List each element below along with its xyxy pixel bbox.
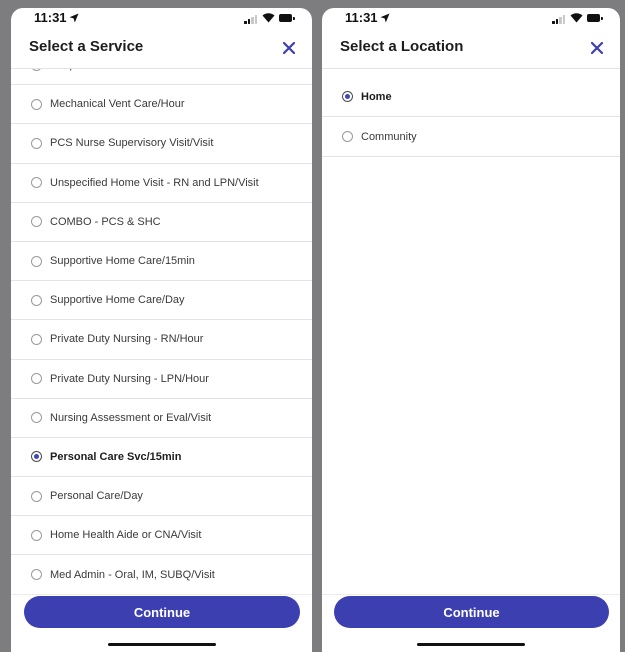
location-option-label: Home [361, 90, 392, 103]
close-icon [591, 42, 603, 54]
signal-bar [247, 19, 250, 24]
page-title: Select a Location [340, 38, 464, 55]
status-icons [244, 13, 295, 24]
modal-header: Select a Location [322, 30, 620, 69]
battery-icon [279, 14, 295, 22]
service-option[interactable]: Private Duty Nursing - LPN/Hour [11, 360, 312, 399]
signal-bar [254, 15, 257, 24]
footer: Continue [322, 594, 620, 652]
service-option[interactable]: Private Duty Nursing - RN/Hour [11, 320, 312, 360]
service-option[interactable]: Unspecified Home Visit - RN and LPN/Visi… [11, 164, 312, 203]
radio-icon[interactable] [31, 255, 42, 267]
modal-header: Select a Service [11, 30, 312, 69]
signal-icon [552, 21, 555, 24]
footer-divider [322, 594, 620, 595]
service-option[interactable]: Med Admin - Oral, IM, SUBQ/Visit [11, 555, 312, 594]
radio-icon[interactable] [342, 131, 353, 142]
service-option[interactable]: COMBO - PCS & SHC [11, 203, 312, 242]
radio-icon[interactable] [31, 177, 42, 189]
radio-icon[interactable] [31, 216, 42, 228]
service-list[interactable]: Unspecified Home Visit - LPN/Visit Mechan… [11, 68, 312, 594]
status-bar: 11:31 [322, 8, 620, 30]
status-bar: 11:31 [11, 8, 312, 30]
radio-icon[interactable] [31, 333, 42, 345]
close-icon [283, 42, 295, 54]
footer: Continue [11, 594, 312, 652]
radio-selected-icon[interactable] [31, 451, 42, 463]
service-screen: 11:31 Select a Service Unspecified Home … [11, 8, 312, 652]
radio-icon[interactable] [31, 490, 42, 502]
service-option-label: Private Duty Nursing - LPN/Hour [50, 372, 209, 385]
signal-bar [251, 17, 254, 24]
location-arrow-icon [69, 13, 79, 23]
close-button[interactable] [278, 37, 300, 59]
location-screen: 11:31 Select a Location Home Community Co… [322, 8, 620, 652]
signal-icon [244, 21, 247, 24]
service-option[interactable]: Home Health Aide or CNA/Visit [11, 516, 312, 556]
service-option-label: Unspecified Home Visit - RN and LPN/Visi… [50, 176, 259, 189]
signal-bar [555, 19, 558, 24]
service-option-label: Supportive Home Care/15min [50, 255, 195, 268]
service-option-label: Personal Care Svc/15min [50, 450, 182, 463]
service-option-label: Private Duty Nursing - RN/Hour [50, 333, 204, 346]
wifi-icon [570, 13, 583, 23]
continue-button[interactable]: Continue [334, 596, 609, 628]
home-indicator[interactable] [107, 643, 216, 646]
location-arrow-icon [380, 13, 390, 23]
service-option-label: Home Health Aide or CNA/Visit [50, 529, 202, 542]
battery-icon [587, 14, 603, 22]
status-time: 11:31 [345, 10, 390, 25]
location-option-label: Community [361, 130, 417, 143]
service-option[interactable]: Mechanical Vent Care/Hour [11, 85, 312, 125]
continue-button[interactable]: Continue [24, 596, 300, 628]
service-option-label: PCS Nurse Supervisory Visit/Visit [50, 137, 214, 150]
page-title: Select a Service [29, 38, 144, 55]
service-option-label: Supportive Home Care/Day [50, 294, 185, 307]
service-option-label: Nursing Assessment or Eval/Visit [50, 411, 212, 424]
service-option[interactable]: Personal Care Svc/15min [11, 438, 312, 478]
footer-divider [11, 594, 312, 595]
service-option[interactable]: Supportive Home Care/Day [11, 281, 312, 321]
radio-icon[interactable] [31, 137, 42, 149]
radio-selected-icon[interactable] [342, 91, 353, 102]
location-option[interactable]: Community [322, 117, 620, 157]
service-option[interactable]: PCS Nurse Supervisory Visit/Visit [11, 124, 312, 164]
status-icons [552, 13, 603, 24]
service-option-label: Personal Care/Day [50, 490, 143, 503]
wifi-icon [262, 13, 275, 23]
close-button[interactable] [586, 37, 608, 59]
home-indicator[interactable] [417, 643, 525, 646]
signal-bar [562, 15, 565, 24]
service-option-label: Mechanical Vent Care/Hour [50, 98, 185, 111]
radio-icon[interactable] [31, 294, 42, 306]
service-option[interactable]: Personal Care/Day [11, 477, 312, 517]
status-time: 11:31 [34, 10, 79, 25]
radio-icon[interactable] [31, 98, 42, 110]
radio-icon[interactable] [31, 569, 42, 581]
service-option[interactable]: Unspecified Home Visit - LPN/Visit [11, 68, 312, 86]
radio-icon[interactable] [31, 529, 42, 541]
service-option[interactable]: Nursing Assessment or Eval/Visit [11, 399, 312, 438]
location-list[interactable]: Home Community [322, 68, 620, 594]
signal-bar [559, 17, 562, 24]
radio-icon[interactable] [31, 412, 42, 424]
service-option-label: Med Admin - Oral, IM, SUBQ/Visit [50, 568, 215, 581]
radio-icon[interactable] [31, 373, 42, 385]
service-option-label: COMBO - PCS & SHC [50, 215, 161, 228]
location-option[interactable]: Home [322, 77, 620, 117]
service-option[interactable]: Supportive Home Care/15min [11, 242, 312, 282]
